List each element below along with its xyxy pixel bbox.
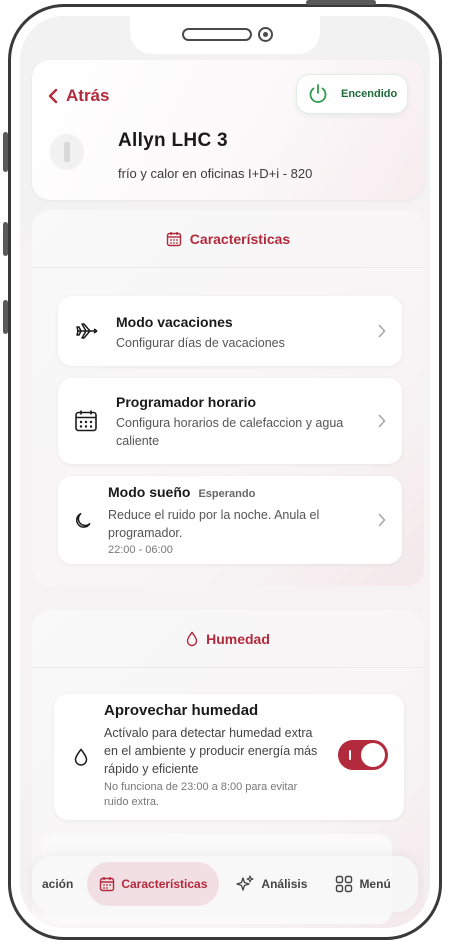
caracteristicas-header: Características [32, 210, 424, 268]
nav-item-programacion[interactable]: ación [32, 862, 87, 906]
nav-item-analisis[interactable]: Análisis [225, 862, 317, 906]
nav-label: ación [42, 877, 74, 891]
nav-item-caracteristicas[interactable]: Características [87, 862, 220, 906]
item-description: Actívalo para detectar humedad extra en … [104, 726, 318, 776]
calendar-icon [166, 231, 181, 246]
item-title: Aprovechar humedad [104, 702, 259, 719]
humedad-header: Humedad [32, 610, 424, 668]
front-camera [258, 27, 273, 42]
modo-sueno-item[interactable]: Modo sueño Esperando Reduce el ruido por … [58, 476, 402, 564]
sparkles-icon [236, 875, 254, 891]
chevron-right-icon [378, 324, 386, 338]
item-description: Reduce el ruido por la noche. Anula el p… [108, 508, 320, 540]
volume-up-button [3, 132, 8, 172]
programador-horario-item[interactable]: Programador horario Configura horarios d… [58, 378, 402, 464]
item-title: Programador horario [116, 394, 257, 410]
aprovechar-humedad-item: Aprovechar humedad Actívalo para detecta… [54, 694, 404, 820]
nav-label: Análisis [261, 877, 308, 891]
item-note: No funciona de 23:00 a 8:00 para evitar … [104, 781, 298, 808]
humedad-title: Humedad [206, 630, 270, 647]
power-icon [309, 84, 327, 103]
humedad-toggle[interactable] [338, 740, 388, 770]
silent-switch [3, 300, 8, 334]
back-label: Atrás [66, 86, 110, 105]
toggle-knob [361, 743, 385, 767]
calendar-icon [100, 877, 115, 892]
chevron-left-icon [48, 88, 58, 104]
chevron-right-icon [378, 513, 386, 527]
calendar-icon [75, 410, 97, 432]
device-name: Allyn LHC 3 [118, 130, 228, 151]
droplet-icon [74, 748, 88, 766]
toggle-on-indicator [349, 750, 351, 760]
notch [130, 16, 320, 54]
modo-sueno-title: Modo sueño [108, 484, 191, 500]
airplane-icon [76, 323, 98, 339]
item-title: Modo sueño Esperando [108, 484, 255, 500]
power-toggle-button[interactable]: Encendido [296, 74, 408, 114]
item-description: Configurar días de vacaciones [116, 336, 285, 350]
power-label: Encendido [341, 88, 398, 100]
back-button[interactable]: Atrás [48, 86, 109, 106]
caracteristicas-section: Características Modo vacaciones Configur… [32, 210, 424, 586]
power-side-button [306, 0, 376, 5]
nav-label: Características [121, 877, 208, 891]
device-header-card: Atrás Encendido Allyn LHC 3 frío y calor… [32, 60, 424, 200]
moon-icon [76, 513, 91, 528]
device-thumbnail [50, 134, 84, 170]
caracteristicas-title: Características [189, 230, 291, 247]
bottom-navigation: ación Características Análisis Menú [32, 856, 418, 912]
grid-icon [336, 875, 353, 893]
volume-down-button [3, 222, 8, 256]
modo-vacaciones-item[interactable]: Modo vacaciones Configurar días de vacac… [58, 296, 402, 366]
device-subtitle: frío y calor en oficinas I+D+i - 820 [118, 166, 313, 181]
nav-item-menu[interactable]: Menú [325, 862, 400, 906]
item-description: Configura horarios de calefaccion y agua… [116, 416, 344, 448]
chevron-right-icon [378, 414, 386, 428]
item-title: Modo vacaciones [116, 314, 233, 330]
droplet-icon [186, 630, 198, 646]
app-screen: Atrás Encendido Allyn LHC 3 frío y calor… [20, 16, 430, 928]
time-range: 22:00 - 06:00 [108, 544, 173, 556]
speaker [182, 28, 252, 41]
nav-label: Menú [359, 877, 391, 891]
status-badge: Esperando [198, 488, 256, 500]
